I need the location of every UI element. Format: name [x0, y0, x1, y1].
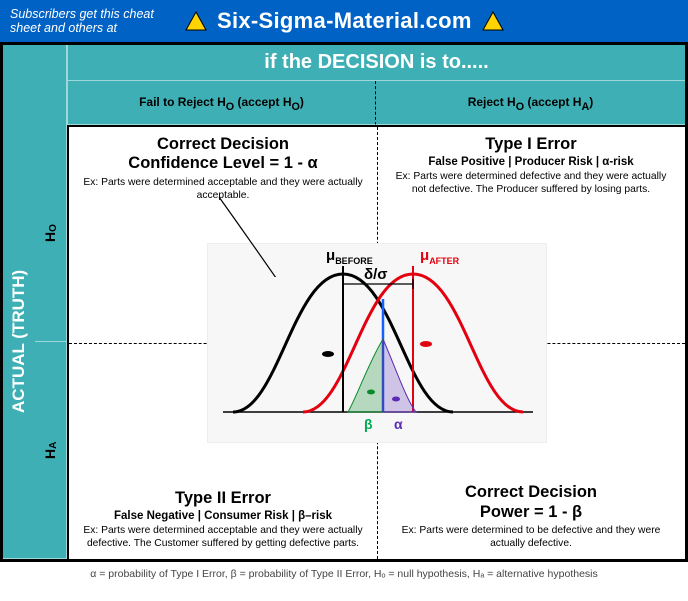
quad-title2: Power = 1 - β — [391, 503, 671, 522]
quadrant-type2: Type II Error False Negative | Consumer … — [69, 481, 377, 559]
quad-title: Correct Decision — [391, 483, 671, 502]
quad-example: Ex: Parts were determined defective and … — [391, 171, 671, 197]
header-reject: Reject HO (accept HA) — [376, 81, 685, 125]
side-actual-truth: ACTUAL (TRUTH) — [3, 125, 35, 559]
matrix-body: Correct Decision Confidence Level = 1 - … — [67, 125, 685, 559]
banner-title: Six-Sigma-Material.com — [217, 8, 472, 34]
corner-blank — [3, 45, 67, 125]
svg-text:δ/σ: δ/σ — [364, 266, 388, 283]
decision-matrix: if the DECISION is to..... Fail to Rejec… — [0, 42, 688, 562]
quad-subtitle: False Positive | Producer Risk | α-risk — [391, 156, 671, 168]
quadrant-type1: Type I Error False Positive | Producer R… — [377, 127, 685, 201]
quad-title2: Confidence Level = 1 - α — [83, 154, 363, 173]
quadrant-correct-power: Correct Decision Power = 1 - β Ex: Parts… — [377, 475, 685, 559]
quad-title: Type I Error — [391, 135, 671, 154]
quad-title: Correct Decision — [83, 135, 363, 154]
top-banner: Subscribers get this cheat sheet and oth… — [0, 0, 688, 42]
quad-title: Type II Error — [83, 489, 363, 508]
header-decision: if the DECISION is to..... — [67, 45, 685, 81]
footer-legend: α = probability of Type I Error, β = pro… — [0, 562, 688, 580]
banner-subtext: Subscribers get this cheat sheet and oth… — [10, 7, 175, 36]
svg-text:μAFTER: μAFTER — [420, 247, 460, 266]
side-h0: HO — [35, 125, 67, 342]
side-ha: HA — [35, 342, 67, 559]
quad-subtitle: False Negative | Consumer Risk | β–risk — [83, 510, 363, 522]
caution-icon — [185, 11, 207, 31]
quadrant-correct-confidence: Correct Decision Confidence Level = 1 - … — [69, 127, 377, 207]
quad-example: Ex: Parts were determined acceptable and… — [83, 525, 363, 551]
svg-text:β: β — [364, 416, 373, 432]
svg-text:α: α — [394, 416, 403, 432]
distribution-chart: μBEFORE μAFTER δ/σ β α — [207, 243, 547, 443]
header-fail-to-reject: Fail to Reject HO (accept HO) — [67, 81, 376, 125]
quad-example: Ex: Parts were determined acceptable and… — [83, 177, 363, 203]
svg-text:μBEFORE: μBEFORE — [326, 247, 373, 266]
caution-icon — [482, 11, 504, 31]
quad-example: Ex: Parts were determined to be defectiv… — [391, 525, 671, 551]
